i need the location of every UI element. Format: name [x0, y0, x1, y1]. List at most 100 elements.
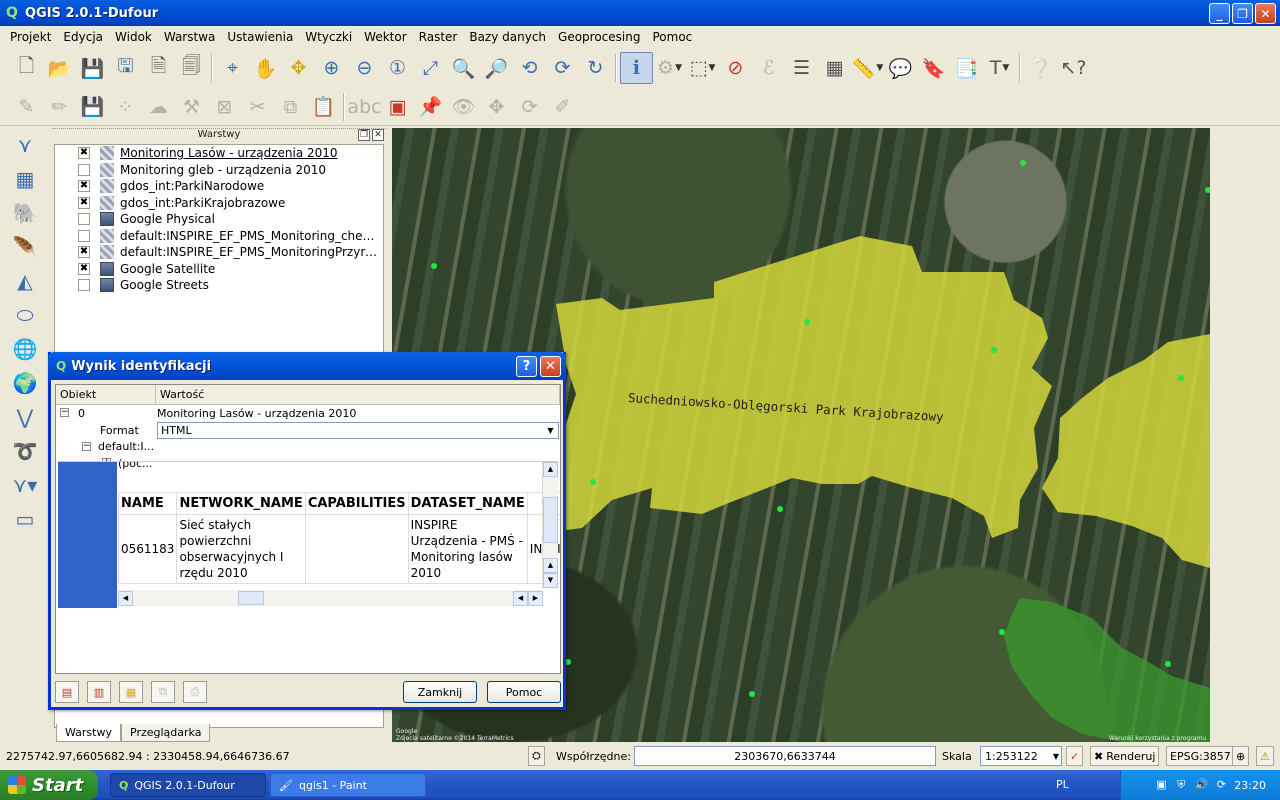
monitoring-point[interactable]: [991, 347, 997, 353]
scroll-thumb[interactable]: [543, 497, 558, 543]
maximize-button[interactable]: ❐: [1232, 3, 1253, 24]
monitoring-point[interactable]: [749, 691, 755, 697]
print-icon[interactable]: ⎙: [183, 681, 207, 703]
refresh-icon[interactable]: ↻: [579, 52, 612, 84]
float-panel-icon[interactable]: ❐: [358, 129, 370, 141]
composer-manager-icon[interactable]: 🗐: [175, 52, 208, 84]
scroll-left-icon[interactable]: ◀: [118, 590, 133, 606]
new-shapefile-icon[interactable]: ⋎▾: [0, 468, 50, 502]
tab-przegladarka[interactable]: Przeglądarka: [121, 724, 211, 742]
monitoring-point[interactable]: [1165, 661, 1171, 667]
text-annotation-icon[interactable]: T ▼: [983, 52, 1016, 84]
network-icon[interactable]: ▣: [1154, 778, 1168, 792]
zoom-full-icon[interactable]: ⤢: [414, 52, 447, 84]
terms-link[interactable]: Warunki korzystania z programu: [1109, 735, 1206, 742]
layer-visibility-checkbox[interactable]: [78, 213, 90, 226]
menu-projekt[interactable]: Projekt: [4, 30, 57, 44]
save-layer-edits-icon[interactable]: 💾: [76, 91, 109, 123]
messages-warning-icon[interactable]: ⚠: [1256, 746, 1274, 766]
add-delimited-text-icon[interactable]: ➰: [0, 434, 50, 468]
new-print-composer-icon[interactable]: 🗎: [142, 52, 175, 84]
open-project-icon[interactable]: 📂: [43, 52, 76, 84]
show-bookmarks-icon[interactable]: 📑: [950, 52, 983, 84]
volume-icon[interactable]: 🔊: [1194, 778, 1208, 792]
layer-visibility-checkbox[interactable]: ✖: [78, 180, 90, 193]
add-wfs-layer-icon[interactable]: ⋁: [0, 400, 50, 434]
scroll-right-icon[interactable]: ▶: [528, 590, 543, 606]
layer-item[interactable]: ✖ gdos_int:ParkiNarodowe: [55, 178, 383, 195]
menu-wtyczki[interactable]: Wtyczki: [299, 30, 358, 44]
security-icon[interactable]: ⛨: [1174, 778, 1188, 792]
add-wcs-layer-icon[interactable]: 🌍: [0, 366, 50, 400]
monitoring-point[interactable]: [590, 479, 596, 485]
minimize-button[interactable]: _: [1209, 3, 1230, 24]
layer-item[interactable]: ✖ gdos_int:ParkiKrajobrazowe: [55, 195, 383, 212]
new-bookmark-icon[interactable]: 🔖: [917, 52, 950, 84]
new-project-icon[interactable]: 🗋: [10, 52, 43, 84]
close-panel-icon[interactable]: ✕: [372, 129, 384, 141]
zoom-native-icon[interactable]: ①: [381, 52, 414, 84]
layer-visibility-checkbox[interactable]: [78, 229, 90, 242]
start-button[interactable]: Start: [0, 770, 98, 800]
monitoring-point[interactable]: [1178, 375, 1184, 381]
scroll-down-icon[interactable]: ▼: [543, 573, 558, 588]
save-as-icon[interactable]: 🖫: [109, 52, 142, 84]
expand-all-icon[interactable]: ▤: [55, 681, 79, 703]
save-project-icon[interactable]: 💾: [76, 52, 109, 84]
zoom-last-icon[interactable]: ⟲: [513, 52, 546, 84]
pan-map-icon[interactable]: ✥: [282, 52, 315, 84]
layer-item[interactable]: Google Physical: [55, 211, 383, 228]
tree-row-layer[interactable]: − 0 Monitoring Lasów - urządzenia 2010: [56, 405, 560, 422]
collapse-icon[interactable]: −: [82, 441, 91, 451]
help-contents-icon[interactable]: ❔: [1024, 52, 1057, 84]
menu-wektor[interactable]: Wektor: [358, 30, 412, 44]
measure-line-icon[interactable]: 📏 ▼: [851, 52, 884, 84]
layer-visibility-checkbox[interactable]: ✖: [78, 147, 90, 160]
rotate-label-icon[interactable]: ⟳: [513, 91, 546, 123]
copy-features-icon[interactable]: ⧉: [274, 91, 307, 123]
zoom-to-selection-icon[interactable]: 🔍: [447, 52, 480, 84]
collapse-icon[interactable]: −: [60, 408, 69, 417]
stop-render-icon[interactable]: ✓: [1066, 746, 1084, 766]
add-spatialite-layer-icon[interactable]: 🪶: [0, 230, 50, 264]
add-postgis-layer-icon[interactable]: 🐘: [0, 196, 50, 230]
pan-hand-icon[interactable]: ✋: [249, 52, 282, 84]
monitoring-point[interactable]: [431, 263, 437, 269]
toggle-extents-icon[interactable]: ⛭: [528, 746, 545, 766]
layer-visibility-checkbox[interactable]: ✖: [78, 262, 90, 275]
cut-features-icon[interactable]: ✂: [241, 91, 274, 123]
change-label-icon[interactable]: ✐: [546, 91, 579, 123]
move-label-icon[interactable]: ✥: [480, 91, 513, 123]
dialog-help-text-button[interactable]: Pomoc: [487, 681, 561, 703]
zoom-out-icon[interactable]: ⊖: [348, 52, 381, 84]
expression-select-icon[interactable]: ℰ: [752, 52, 785, 84]
layer-visibility-checkbox[interactable]: [78, 163, 90, 176]
landscape-park-polygon[interactable]: [538, 236, 1052, 538]
menu-ustawienia[interactable]: Ustawienia: [221, 30, 299, 44]
language-indicator[interactable]: PL: [1056, 778, 1069, 791]
national-park-polygon[interactable]: [1004, 598, 1210, 742]
menu-raster[interactable]: Raster: [413, 30, 464, 44]
layer-labeling-icon[interactable]: ▣: [381, 91, 414, 123]
add-feature-icon[interactable]: ⁘: [109, 91, 142, 123]
scale-select[interactable]: 1:253122 ▼: [980, 746, 1062, 766]
attribute-table-icon[interactable]: ☰: [785, 52, 818, 84]
delete-selected-icon[interactable]: ⊠: [208, 91, 241, 123]
monitoring-point[interactable]: [777, 506, 783, 512]
dialog-close-button[interactable]: ✕: [540, 356, 561, 377]
horizontal-scrollbar[interactable]: ◀ ◀ ▶: [118, 590, 543, 606]
pan-to-selection-icon[interactable]: ⌖: [216, 52, 249, 84]
paste-features-icon[interactable]: 📋: [307, 91, 340, 123]
layer-visibility-checkbox[interactable]: ✖: [78, 196, 90, 209]
scroll-up-icon[interactable]: ▲: [543, 462, 558, 477]
tab-warstwy[interactable]: Warstwy: [56, 724, 121, 742]
run-feature-action-icon[interactable]: ⚙ ▼: [653, 52, 686, 84]
map-tips-icon[interactable]: 💬: [884, 52, 917, 84]
taskbar-item-paint[interactable]: 🖌 qgis1 - Paint: [270, 773, 426, 797]
collapse-all-icon[interactable]: ▥: [87, 681, 111, 703]
add-vector-layer-icon[interactable]: ⋎: [0, 128, 50, 162]
zoom-in-icon[interactable]: ⊕: [315, 52, 348, 84]
column-header-object[interactable]: Obiekt: [56, 385, 156, 404]
update-icon[interactable]: ⟳: [1214, 778, 1228, 792]
menu-geoprocesing[interactable]: Geoprocesing: [552, 30, 646, 44]
